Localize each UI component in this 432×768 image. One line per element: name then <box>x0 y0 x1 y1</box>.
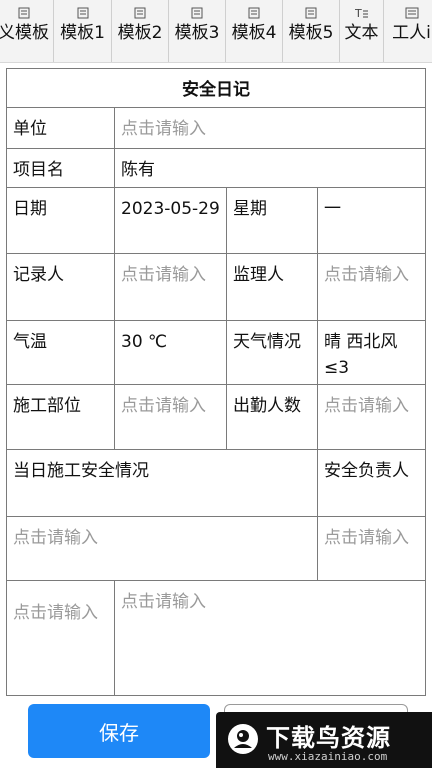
template-icon <box>134 6 146 20</box>
keyboard-icon <box>405 6 419 20</box>
toolbar-item-label: 工人i <box>392 23 431 43</box>
safety-status-label: 当日施工安全情况 <box>6 449 318 517</box>
template-4-button[interactable]: 模板4 <box>226 0 283 62</box>
toolbar-item-label: 模板5 <box>288 23 334 43</box>
text-button[interactable]: T 文本 <box>340 0 384 62</box>
toolbar-item-label: 文本 <box>344 23 379 43</box>
watermark-url: www.xiazainiao.com <box>268 750 388 763</box>
template-1-button[interactable]: 模板1 <box>54 0 112 62</box>
date-label: 日期 <box>6 187 115 254</box>
recorder-input[interactable]: 点击请输入 <box>114 253 227 321</box>
unit-input[interactable]: 点击请输入 <box>114 107 426 149</box>
project-input[interactable]: 陈有 <box>114 148 426 188</box>
toolbar-item-label: 模板4 <box>231 23 277 43</box>
save-button[interactable]: 保存 <box>28 704 210 758</box>
watermark-text: 下载鸟资源 <box>266 724 391 752</box>
project-label: 项目名 <box>6 148 115 188</box>
attendance-input[interactable]: 点击请输入 <box>317 384 426 450</box>
weather-label: 天气情况 <box>226 320 318 385</box>
template-2-button[interactable]: 模板2 <box>112 0 169 62</box>
safety-officer-label: 安全负责人 <box>317 449 426 517</box>
text-format-icon: T <box>355 6 369 20</box>
weather-input[interactable]: 晴 西北风≤3 <box>317 320 426 385</box>
safety-status-input[interactable]: 点击请输入 <box>6 516 318 581</box>
toolbar-item-label: 模板1 <box>60 23 105 43</box>
template-icon <box>248 6 260 20</box>
watermark-badge: 下载鸟资源 www.xiazainiao.com <box>216 712 432 768</box>
attendance-label: 出勤人数 <box>226 384 318 450</box>
temperature-input[interactable]: 30 ℃ <box>114 320 227 385</box>
temperature-label: 气温 <box>6 320 115 385</box>
extra-right-input[interactable]: 点击请输入 <box>114 580 426 696</box>
supervisor-label: 监理人 <box>226 253 318 321</box>
toolbar-item-label: 模板3 <box>174 23 220 43</box>
position-label: 施工部位 <box>6 384 115 450</box>
template-3-button[interactable]: 模板3 <box>169 0 226 62</box>
template-icon <box>77 6 89 20</box>
template-icon <box>191 6 203 20</box>
toolbar-item-label: 模板2 <box>117 23 163 43</box>
date-input[interactable]: 2023-05-29 <box>114 187 227 254</box>
bird-logo-icon <box>226 722 260 756</box>
weekday-input[interactable]: 一 <box>317 187 426 254</box>
svg-text:T: T <box>355 7 362 19</box>
position-input[interactable]: 点击请输入 <box>114 384 227 450</box>
template-icon <box>305 6 317 20</box>
worker-button[interactable]: 工人i <box>384 0 432 62</box>
form-title: 安全日记 <box>6 68 426 108</box>
template-5-button[interactable]: 模板5 <box>283 0 340 62</box>
supervisor-input[interactable]: 点击请输入 <box>317 253 426 321</box>
extra-left-input[interactable]: 点击请输入 <box>6 580 115 696</box>
toolbar-item-label: 义模板 <box>0 23 49 43</box>
recorder-label: 记录人 <box>6 253 115 321</box>
template-custom-button[interactable]: 义模板 <box>0 0 54 62</box>
template-toolbar: 义模板 模板1 模板2 模板3 模板4 模板5 T 文本 工人i <box>0 0 432 63</box>
weekday-label: 星期 <box>226 187 318 254</box>
unit-label: 单位 <box>6 107 115 149</box>
safety-officer-input[interactable]: 点击请输入 <box>317 516 426 581</box>
template-icon <box>18 6 30 20</box>
